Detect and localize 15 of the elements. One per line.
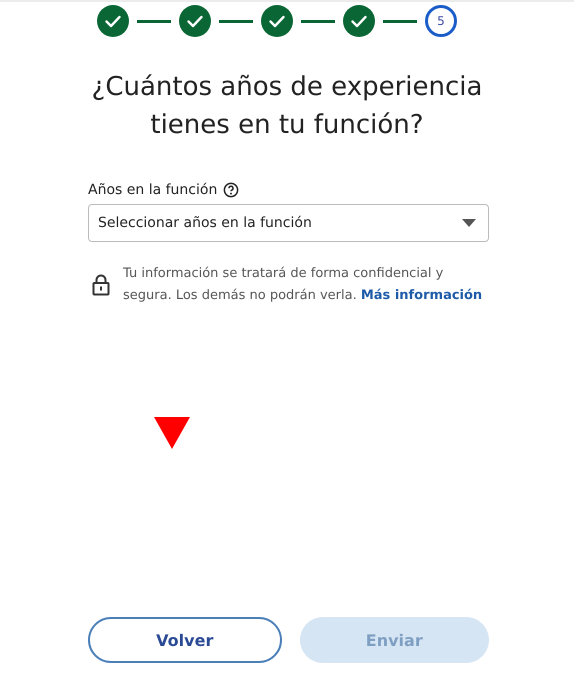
question-title: ¿Cuántos años de experiencia tienes en tu función? (90, 71, 484, 142)
field-label: Años en la función (88, 182, 218, 198)
step-connector (383, 20, 417, 22)
pointer-triangle-icon (154, 417, 190, 449)
caret-icon (462, 219, 476, 227)
privacy-notice: Tu información se tratará de forma confidencial y segura. Los demás no podrán verla. Más información (123, 265, 484, 305)
more-info-link[interactable]: Más información (360, 288, 482, 303)
current-step: 5 (425, 5, 457, 37)
step-connector (301, 20, 335, 22)
help-icon[interactable] (223, 182, 240, 198)
back-button[interactable]: Volver (88, 617, 282, 663)
lock-icon (92, 274, 110, 296)
step-connector (219, 20, 253, 22)
step-connector (137, 20, 171, 22)
years-dropdown[interactable]: Seleccionar años en la función (88, 204, 489, 242)
